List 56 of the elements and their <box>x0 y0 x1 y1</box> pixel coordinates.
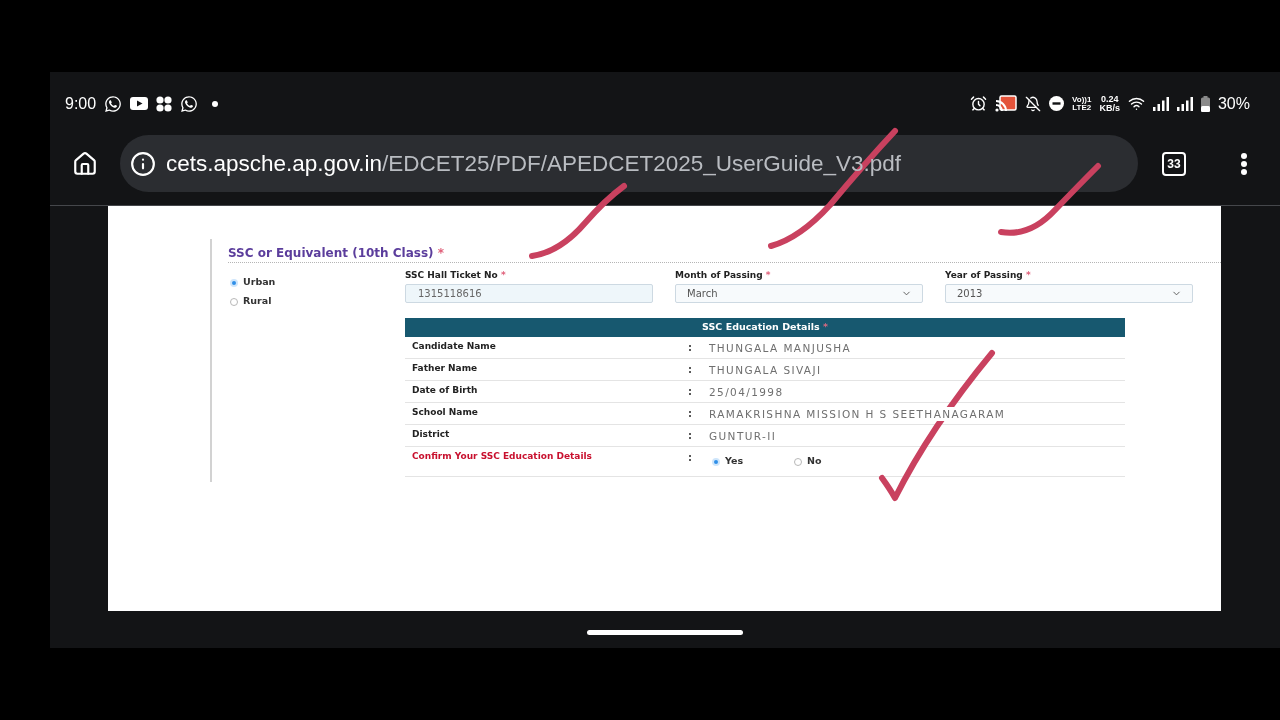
select-field[interactable]: March <box>675 284 923 303</box>
separator-colon: : <box>688 341 692 355</box>
chat-bubble-icon <box>180 94 199 113</box>
text-field[interactable]: 1315118616 <box>405 284 653 303</box>
four-petal-icon <box>156 95 173 112</box>
signal-icon <box>1176 96 1193 111</box>
clock-time: 9:00 <box>65 93 97 114</box>
radio-option[interactable]: Urban <box>228 273 276 292</box>
cast-icon <box>995 95 1018 112</box>
battery-icon <box>1200 95 1210 112</box>
field-label: Year of Passing * <box>945 270 1031 281</box>
network-type-label: LTE2 <box>1072 103 1092 112</box>
table-title: SSC Education Details * <box>702 320 828 335</box>
select-value: March <box>687 287 718 301</box>
tab-count-button[interactable]: 33 <box>1162 151 1186 176</box>
radio-option[interactable]: Rural <box>228 292 272 311</box>
alarm-clock-icon <box>970 95 988 112</box>
row-value: 25/04/1998 <box>709 385 784 399</box>
row-label: Date of Birth <box>412 384 478 397</box>
row-value: GUNTUR-II <box>709 429 777 443</box>
separator-colon: : <box>688 429 692 443</box>
data-speed-label: KB/s <box>1099 103 1120 113</box>
row-label: Candidate Name <box>412 340 496 353</box>
row-label: District <box>412 428 450 441</box>
network-type-label: Vo))1 <box>1072 95 1092 104</box>
row-value: RAMAKRISHNA MISSION H S SEETHANAGARAM <box>709 407 1006 421</box>
row-label: Father Name <box>412 362 478 375</box>
info-icon <box>130 150 156 177</box>
chat-bubble-icon <box>104 94 123 113</box>
home-icon <box>72 150 98 177</box>
field-label: Month of Passing * <box>675 270 771 281</box>
signal-icon <box>1152 96 1169 111</box>
minus-circle-icon <box>1049 96 1065 111</box>
menu-icon <box>1241 152 1247 175</box>
select-value: 2013 <box>957 287 983 301</box>
radio-option[interactable]: No <box>791 454 822 469</box>
section-title: SSC or Equivalent (10th Class) * <box>228 245 445 261</box>
confirm-label: Confirm Your SSC Education Details <box>412 450 592 463</box>
data-speed-label: 0.24 <box>1100 94 1119 104</box>
menu-button[interactable] <box>1241 152 1247 175</box>
home-button[interactable] <box>72 150 98 177</box>
row-label: School Name <box>412 406 478 419</box>
field-label: SSC Hall Ticket No * <box>405 270 506 281</box>
play-button-icon <box>130 97 149 110</box>
select-field[interactable]: 2013 <box>945 284 1193 303</box>
separator-colon: : <box>688 363 692 377</box>
separator-colon: : <box>688 451 692 465</box>
dot-icon <box>212 100 219 107</box>
row-value: THUNGALA SIVAJI <box>709 363 822 377</box>
separator-colon: : <box>688 385 692 399</box>
row-value: THUNGALA MANJUSHA <box>709 341 852 355</box>
separator-colon: : <box>688 407 692 421</box>
bell-off-icon <box>1025 95 1042 112</box>
radio-option[interactable]: Yes <box>709 454 744 469</box>
wifi-icon <box>1127 95 1145 112</box>
battery-percent: 30% <box>1217 93 1250 114</box>
